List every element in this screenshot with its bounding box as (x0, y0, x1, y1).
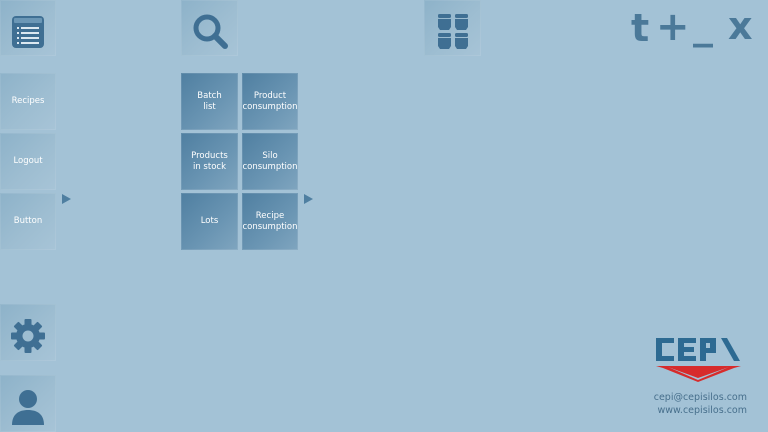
user-icon (10, 378, 46, 430)
contact-website[interactable]: www.cepisilos.com (658, 404, 748, 417)
products-in-stock-button[interactable]: Products in stock (181, 133, 238, 190)
minimize-button[interactable]: _ (693, 4, 713, 46)
grid-item-label: Products in stock (191, 151, 228, 172)
product-consumption-button[interactable]: Product consumption (242, 73, 298, 130)
recipe-consumption-button[interactable]: Recipe consumption (242, 193, 298, 250)
silos-button[interactable] (424, 0, 481, 56)
grid-expand-arrow-icon[interactable] (304, 194, 313, 204)
grid-item-label: Lots (200, 216, 219, 227)
sidebar-item-button[interactable]: Button (0, 193, 56, 250)
sidebar-expand-arrow-icon[interactable] (62, 194, 71, 204)
brand-logo (652, 334, 746, 386)
batch-list-button[interactable]: Batch list (181, 73, 238, 130)
lots-button[interactable]: Lots (181, 193, 238, 250)
settings-button[interactable] (0, 304, 56, 361)
gear-icon (10, 308, 46, 358)
sidebar-item-label: Recipes (11, 96, 45, 107)
search-icon (191, 2, 229, 54)
sidebar-item-logout[interactable]: Logout (0, 133, 56, 190)
grid-item-label: Silo consumption (242, 151, 298, 172)
plus-button[interactable]: + (656, 6, 690, 48)
sidebar-item-recipes[interactable]: Recipes (0, 73, 56, 130)
list-icon (11, 4, 45, 52)
silo-consumption-button[interactable]: Silo consumption (242, 133, 298, 190)
search-button[interactable] (181, 0, 238, 56)
close-button[interactable]: x (728, 6, 753, 46)
grid-item-label: Recipe consumption (242, 211, 298, 232)
t-button[interactable]: t (631, 8, 649, 48)
sidebar-item-label: Button (13, 216, 43, 227)
grid-item-label: Product consumption (242, 91, 298, 112)
grid-item-label: Batch list (197, 91, 222, 112)
silos-icon (435, 2, 471, 54)
sidebar-item-label: Logout (13, 156, 43, 167)
user-button[interactable] (0, 375, 56, 432)
menu-button[interactable] (0, 0, 56, 56)
contact-email[interactable]: cepi@cepisilos.com (654, 391, 747, 404)
